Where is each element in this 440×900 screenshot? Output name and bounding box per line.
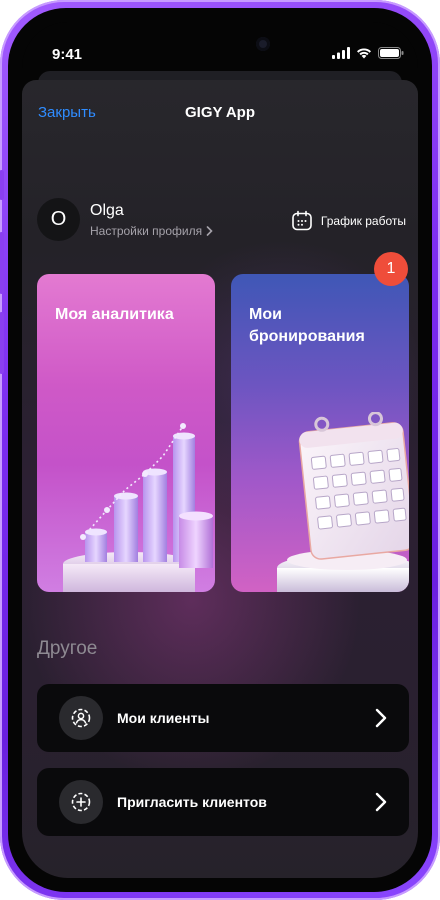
chevron-right-icon bbox=[206, 225, 213, 236]
mute-switch bbox=[0, 170, 4, 200]
profile-name: Olga bbox=[90, 201, 124, 219]
schedule-button[interactable]: График работы bbox=[291, 210, 406, 232]
phone-frame: 9:41 Закрыть GIGY App O Olga Настройки п… bbox=[0, 0, 440, 900]
chevron-right-icon bbox=[375, 708, 387, 728]
bar-chart-illustration bbox=[63, 423, 213, 592]
profile-settings-label: Настройки профиля bbox=[90, 223, 203, 238]
my-clients-item[interactable]: Мои клиенты bbox=[37, 684, 409, 752]
profile-row[interactable]: O Olga Настройки профиля bbox=[37, 198, 213, 241]
schedule-label: График работы bbox=[320, 214, 406, 228]
add-circle-icon-wrap bbox=[59, 780, 103, 824]
avatar[interactable]: O bbox=[37, 198, 80, 241]
page-title: GIGY App bbox=[184, 104, 255, 121]
bookings-badge: 1 bbox=[374, 252, 408, 286]
calendar-icon bbox=[292, 210, 312, 231]
volume-up-button bbox=[0, 232, 4, 294]
section-title-other: Другое bbox=[37, 638, 98, 659]
my-clients-label: Мои клиенты bbox=[117, 710, 210, 726]
clients-icon bbox=[71, 708, 91, 728]
phone-screen: 9:41 Закрыть GIGY App O Olga Настройки п… bbox=[22, 22, 418, 878]
wifi-icon bbox=[357, 48, 371, 59]
status-icons bbox=[332, 47, 404, 59]
status-time: 9:41 bbox=[52, 46, 83, 63]
analytics-card[interactable]: Моя аналитика bbox=[37, 274, 215, 592]
battery-icon bbox=[378, 47, 404, 59]
invite-clients-item[interactable]: Пригласить клиентов bbox=[37, 768, 409, 836]
add-circle-icon bbox=[71, 792, 91, 812]
bookings-card-title: Мои бронирования bbox=[249, 306, 365, 345]
clients-icon-wrap bbox=[59, 696, 103, 740]
calendar-illustration bbox=[277, 412, 409, 592]
profile-texts: Olga Настройки профиля bbox=[90, 202, 213, 238]
profile-settings-link[interactable]: Настройки профиля bbox=[90, 224, 213, 238]
app-sheet: Закрыть GIGY App O Olga Настройки профил… bbox=[22, 80, 418, 878]
front-camera bbox=[256, 37, 270, 51]
invite-clients-label: Пригласить клиентов bbox=[117, 794, 267, 810]
analytics-card-title: Моя аналитика bbox=[55, 306, 174, 323]
cellular-signal-icon bbox=[332, 47, 350, 59]
bookings-card[interactable]: Мои бронирования bbox=[231, 274, 409, 592]
nav-bar: Закрыть GIGY App bbox=[22, 80, 418, 136]
chevron-right-icon bbox=[375, 792, 387, 812]
volume-down-button bbox=[0, 312, 4, 374]
